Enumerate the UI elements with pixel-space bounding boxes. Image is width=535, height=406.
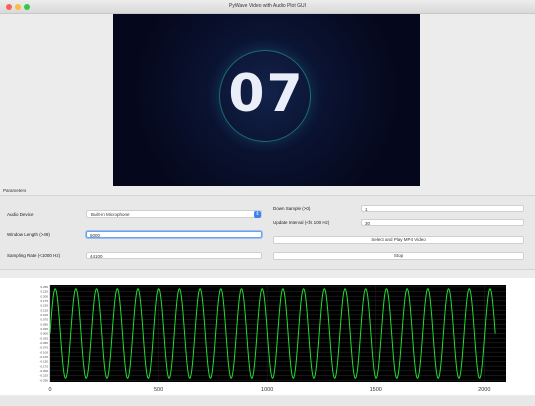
x-tick-label: 0: [48, 387, 51, 393]
y-tick-label: 0.000: [40, 332, 48, 336]
audio-device-value: Built-in Microphone: [91, 212, 130, 217]
y-tick-label: -0.250: [39, 378, 48, 382]
down-sample-field[interactable]: 1: [361, 205, 524, 212]
sampling-rate-field[interactable]: 44100: [86, 252, 262, 259]
parameters-section-label: Parameters: [3, 188, 27, 193]
y-tick-label: -0.175: [39, 364, 48, 368]
stop-button[interactable]: Stop: [273, 252, 524, 260]
update-interval-label: Update Interval (<fs 100 Hz): [273, 220, 330, 225]
y-tick-label: 0.050: [40, 322, 48, 326]
window-length-field[interactable]: 5000: [86, 231, 262, 238]
down-sample-label: Down Sample (>0): [273, 206, 311, 211]
y-tick-label: -0.200: [39, 369, 48, 373]
sampling-rate-label: Sampling Rate (<1000 Hz): [7, 253, 61, 258]
y-tick-label: 0.225: [40, 290, 48, 294]
y-tick-label: 0.250: [40, 285, 48, 289]
y-tick-label: 0.100: [40, 313, 48, 317]
x-tick-label: 1500: [370, 387, 382, 393]
audio-device-select[interactable]: Built-in Microphone ⇕: [86, 210, 262, 218]
y-tick-label: -0.050: [39, 341, 48, 345]
audio-waveform-chart: -0.250-0.225-0.200-0.175-0.150-0.125-0.1…: [39, 285, 506, 393]
y-tick-label: -0.125: [39, 355, 48, 359]
window-length-label: Window Length (>49): [7, 232, 50, 237]
update-interval-field[interactable]: 30: [361, 219, 524, 226]
select-play-video-button[interactable]: Select and Play MP4 Video: [273, 236, 524, 244]
status-strip: [0, 396, 535, 406]
y-tick-label: 0.025: [40, 327, 48, 331]
x-tick-label: 2000: [478, 387, 490, 393]
title-bar: PyWave Video with Audio Plot GUI: [0, 0, 535, 14]
audio-device-label: Audio Device: [7, 212, 34, 217]
x-tick-label: 500: [154, 387, 163, 393]
parameters-panel: Audio Device Built-in Microphone ⇕ Windo…: [0, 195, 535, 270]
y-tick-label: -0.025: [39, 336, 48, 340]
window-title: PyWave Video with Audio Plot GUI: [229, 3, 306, 9]
y-tick-label: 0.075: [40, 318, 48, 322]
audio-plot-area: -0.250 -0.225 -0.200 -0.175 -0.150 -0.125 -0.1…: [0, 278, 535, 395]
video-display: 07: [113, 14, 420, 186]
y-tick-label: -0.150: [39, 360, 48, 364]
y-tick-label: -0.100: [39, 350, 48, 354]
y-tick-label: -0.075: [39, 346, 48, 350]
y-tick-label: 0.125: [40, 308, 48, 312]
y-tick-label: 0.175: [40, 299, 48, 303]
y-tick-label: -0.225: [39, 374, 48, 378]
x-tick-label: 1000: [261, 387, 273, 393]
countdown-number: 07: [228, 64, 305, 124]
y-tick-label: 0.200: [40, 294, 48, 298]
y-tick-label: 0.150: [40, 304, 48, 308]
chevron-updown-icon: ⇕: [254, 211, 261, 218]
